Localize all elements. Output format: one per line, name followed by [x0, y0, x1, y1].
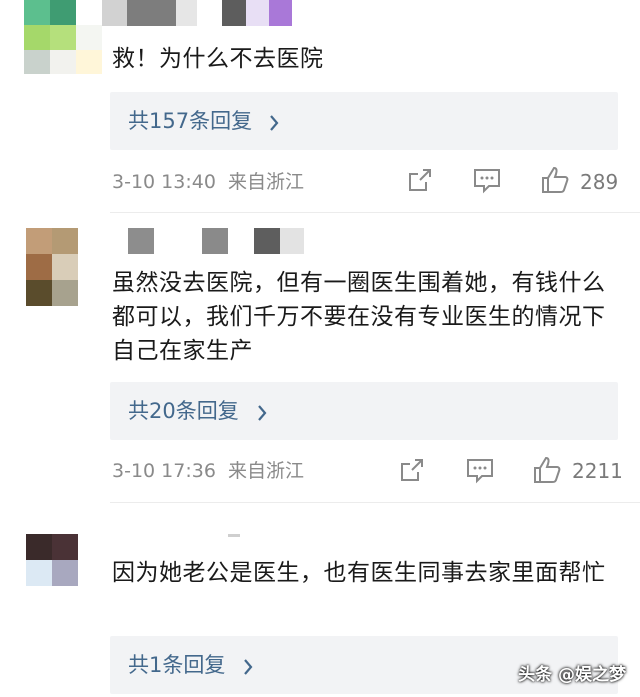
avatar[interactable]: [26, 228, 78, 306]
watermark: 头条 @娱之梦: [518, 665, 626, 685]
avatar[interactable]: [26, 534, 78, 586]
comment-icon[interactable]: [466, 458, 494, 488]
chevron-right-icon: [268, 92, 280, 150]
comment-text: 因为她老公是医生，也有医生同事去家里面帮忙: [112, 560, 606, 586]
like-count: 289: [580, 170, 619, 194]
comment-2: 虽然没去医院，但有一圈医生围着她，有钱什么都可以，我们千万不要在没有专业医生的情…: [0, 228, 640, 502]
thumbs-up-icon[interactable]: [532, 455, 562, 489]
share-icon[interactable]: [398, 456, 426, 488]
thumbs-up-icon[interactable]: [540, 165, 570, 199]
comment-meta: 3-10 17:36 来自浙江: [112, 458, 304, 484]
reply-count-label: 共20条回复: [128, 399, 239, 423]
divider: [110, 212, 640, 213]
reply-thread-button[interactable]: 共157条回复: [110, 92, 618, 150]
comment-location: 来自浙江: [227, 460, 304, 482]
share-icon[interactable]: [406, 166, 434, 198]
comment-text: 救！为什么不去医院: [112, 46, 324, 72]
comment-date: 3-10 13:40: [112, 171, 216, 193]
comment-meta: 3-10 13:40 来自浙江: [112, 169, 304, 195]
comment-icon[interactable]: [473, 168, 501, 198]
divider: [110, 502, 640, 503]
avatar[interactable]: [24, 0, 102, 74]
username-blurred[interactable]: [128, 228, 308, 254]
like-count: 2211: [572, 459, 623, 483]
comment-date: 3-10 17:36: [112, 460, 216, 482]
reply-thread-button[interactable]: 共20条回复: [110, 382, 618, 440]
chevron-right-icon: [256, 382, 268, 440]
comment-location: 来自浙江: [227, 171, 304, 193]
reply-count-label: 共1条回复: [128, 653, 226, 677]
reply-count-label: 共157条回复: [128, 109, 253, 133]
username-blurred[interactable]: [102, 0, 293, 26]
chevron-right-icon: [242, 636, 254, 694]
comment-1: 救！为什么不去医院 共157条回复 3-10 13:40 来自浙江 289: [0, 0, 640, 212]
comment-text: 虽然没去医院，但有一圈医生围着她，有钱什么都可以，我们千万不要在没有专业医生的情…: [112, 270, 606, 364]
